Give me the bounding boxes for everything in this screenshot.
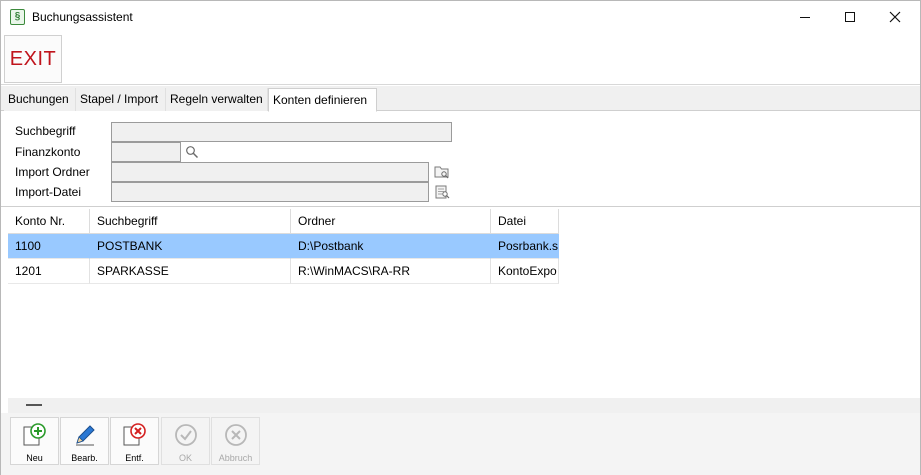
column-header-suchbegriff[interactable]: Suchbegriff (90, 209, 291, 234)
search-icon (186, 146, 199, 159)
action-toolbar: Neu Bearb. Entf. OK Abbruch (1, 413, 920, 475)
column-header-konto-nr[interactable]: Konto Nr. (8, 209, 90, 234)
ok-button[interactable]: OK (161, 417, 210, 465)
column-header-datei[interactable]: Datei (491, 209, 559, 234)
import-datei-input[interactable] (111, 182, 429, 202)
cell-datei: Posrbank.s (491, 234, 559, 259)
app-window: § Buchungsassistent EXIT Buchungen Stape… (0, 0, 921, 475)
import-datei-browse-button[interactable] (432, 182, 452, 202)
app-icon: § (10, 9, 25, 25)
new-button[interactable]: Neu (10, 417, 59, 465)
delete-button[interactable]: Entf. (110, 417, 159, 465)
import-ordner-browse-button[interactable] (432, 162, 452, 182)
add-icon (23, 423, 46, 446)
edit-button[interactable]: Bearb. (60, 417, 109, 465)
finanzkonto-input[interactable] (111, 142, 181, 162)
grid-header: Konto Nr. Suchbegriff Ordner Datei (8, 209, 559, 234)
table-row[interactable]: 1201 SPARKASSE R:\WinMACS\RA-RR KontoExp… (8, 259, 559, 284)
table-row[interactable]: 1100 POSTBANK D:\Postbank Posrbank.s (8, 234, 559, 259)
folder-browse-icon (434, 166, 449, 179)
file-browse-icon (435, 185, 450, 199)
cancel-button[interactable]: Abbruch (211, 417, 260, 465)
edit-button-label: Bearb. (71, 453, 98, 463)
cancel-x-icon (224, 424, 247, 446)
maximize-icon (845, 12, 855, 22)
delete-button-label: Entf. (125, 453, 144, 463)
close-button[interactable] (872, 1, 918, 33)
suchbegriff-input[interactable] (111, 122, 452, 142)
konten-grid: Konto Nr. Suchbegriff Ordner Datei 1100 … (8, 209, 920, 397)
finanzkonto-search-button[interactable] (182, 142, 202, 162)
new-button-label: Neu (26, 453, 43, 463)
cell-konto-nr: 1201 (8, 259, 90, 284)
import-datei-label: Import-Datei (15, 185, 82, 199)
edit-pencil-icon (75, 425, 95, 446)
ok-button-label: OK (178, 453, 192, 463)
cancel-button-label: Abbruch (218, 453, 253, 463)
minimize-button[interactable] (782, 1, 828, 33)
checkmark-icon (174, 424, 197, 446)
tab-regeln-verwalten[interactable]: Regeln verwalten (166, 88, 268, 111)
minimize-icon (800, 16, 810, 18)
column-header-ordner[interactable]: Ordner (291, 209, 491, 234)
import-ordner-label: Import Ordner (15, 165, 90, 179)
window-title: Buchungsassistent (32, 10, 133, 24)
finanzkonto-label: Finanzkonto (15, 145, 81, 159)
filter-form: Suchbegriff Finanzkonto Import Ordner Im… (1, 112, 920, 207)
cell-konto-nr: 1100 (8, 234, 90, 259)
cell-suchbegriff: SPARKASSE (90, 259, 291, 284)
exit-button[interactable]: EXIT (4, 35, 62, 83)
delete-icon (123, 423, 146, 446)
cell-suchbegriff: POSTBANK (90, 234, 291, 259)
cell-ordner: R:\WinMACS\RA-RR (291, 259, 491, 284)
suchbegriff-label: Suchbegriff (15, 124, 76, 138)
tab-bar: Buchungen Stapel / Import Regeln verwalt… (1, 86, 920, 112)
maximize-button[interactable] (827, 1, 873, 33)
import-ordner-input[interactable] (111, 162, 429, 182)
splitter-grip-icon (26, 404, 42, 406)
tab-stapel-import[interactable]: Stapel / Import (76, 88, 166, 111)
cell-ordner: D:\Postbank (291, 234, 491, 259)
close-icon (889, 11, 901, 23)
main-toolbar: EXIT (1, 33, 920, 85)
tab-konten-definieren[interactable]: Konten definieren (268, 88, 377, 112)
title-bar[interactable]: § Buchungsassistent (1, 1, 920, 33)
cell-datei: KontoExpo (491, 259, 559, 284)
panel-splitter[interactable] (8, 398, 920, 413)
tab-buchungen[interactable]: Buchungen (4, 88, 76, 111)
